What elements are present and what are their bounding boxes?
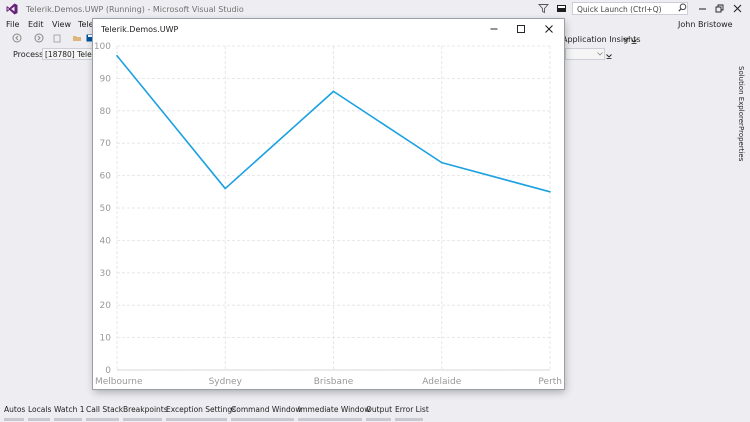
x-tick-label: Brisbane	[314, 377, 354, 387]
y-tick-label: 80	[100, 107, 112, 117]
tab-exception-settings[interactable]: Exception Settings	[166, 405, 236, 414]
quick-launch-input[interactable]: Quick Launch (Ctrl+Q)	[572, 2, 688, 15]
solution-explorer-tab[interactable]: Solution Explorer	[737, 66, 745, 126]
toolbar-overflow-icon[interactable]	[606, 53, 612, 59]
search-icon[interactable]	[678, 3, 687, 12]
user-name[interactable]: John Bristowe	[678, 20, 733, 29]
close-icon[interactable]	[732, 3, 743, 14]
y-tick-label: 100	[94, 42, 111, 52]
chevron-down-icon[interactable]	[623, 37, 629, 42]
y-tick-label: 70	[100, 139, 112, 149]
tab-underline	[123, 418, 162, 421]
toolbar-overflow-icon[interactable]	[631, 38, 637, 44]
y-tick-label: 10	[100, 334, 112, 344]
tab-autos[interactable]: Autos	[4, 405, 25, 414]
tab-underline	[28, 418, 50, 421]
tab-underline	[231, 418, 294, 421]
x-axis: Melbourne Sydney Brisbane Adelaide Perth	[95, 369, 562, 387]
y-tick-label: 30	[100, 269, 112, 279]
menu-edit[interactable]: Edit	[28, 20, 44, 29]
data-point-sydney	[224, 187, 227, 190]
minimize-icon[interactable]	[697, 3, 708, 14]
filter-icon[interactable]	[538, 3, 549, 14]
process-value: [18780] Telerik.D	[45, 50, 93, 59]
open-folder-icon[interactable]	[72, 33, 82, 43]
tab-underline	[395, 418, 423, 421]
tab-underline	[86, 418, 119, 421]
visual-studio-logo-icon	[6, 3, 18, 15]
y-axis: 0 10 20 30 40 50 60 70 80 90 100	[94, 42, 111, 376]
tab-command-window[interactable]: Command Window	[231, 405, 302, 414]
vs-titlebar: Telerik.Demos.UWP (Running) - Microsoft …	[0, 0, 750, 19]
tab-underline	[54, 418, 82, 421]
tab-underline	[298, 418, 362, 421]
restore-icon[interactable]	[714, 3, 725, 14]
data-point-adelaide	[440, 161, 443, 164]
x-tick-label: Perth	[538, 377, 562, 387]
menu-file[interactable]: File	[6, 20, 19, 29]
menu-telerik[interactable]: Tele	[78, 20, 94, 29]
chevron-down-icon[interactable]	[597, 52, 603, 56]
x-tick-label: Adelaide	[422, 377, 461, 387]
new-project-icon[interactable]	[52, 33, 62, 43]
process-combo[interactable]: [18780] Telerik.D	[42, 48, 94, 60]
forward-icon[interactable]	[34, 33, 44, 43]
chart-grid	[116, 45, 551, 371]
tab-breakpoints[interactable]: Breakpoints	[123, 405, 168, 414]
tab-watch-1[interactable]: Watch 1	[54, 405, 85, 414]
tab-error-list[interactable]: Error List	[395, 405, 429, 414]
data-point-melbourne	[116, 54, 118, 57]
tab-call-stack[interactable]: Call Stack	[86, 405, 123, 414]
y-tick-label: 50	[100, 204, 112, 214]
y-tick-label: 0	[105, 366, 111, 376]
y-tick-label: 90	[100, 74, 112, 84]
line-chart: 0 10 20 30 40 50 60 70 80 90 100 Melbourne Sydney Br…	[94, 42, 562, 387]
x-tick-label: Melbourne	[95, 377, 143, 387]
menu-view[interactable]: View	[52, 20, 71, 29]
tab-output[interactable]: Output	[366, 405, 392, 414]
tab-underline	[4, 418, 24, 421]
data-point-perth	[549, 191, 551, 193]
data-point-brisbane	[332, 90, 335, 93]
quick-launch-placeholder: Quick Launch (Ctrl+Q)	[577, 5, 662, 14]
properties-tab[interactable]: Properties	[737, 126, 745, 161]
vs-window-title: Telerik.Demos.UWP (Running) - Microsoft …	[26, 5, 244, 14]
back-icon[interactable]	[12, 33, 22, 43]
tab-underline	[166, 418, 227, 421]
y-tick-label: 60	[100, 172, 112, 182]
app-window: Telerik.Demos.UWP 0 10 20 30 40 50 60 70 80 90 100…	[93, 19, 564, 389]
y-tick-label: 40	[100, 236, 112, 246]
tab-locals[interactable]: Locals	[28, 405, 51, 414]
quick-launch-icon[interactable]	[556, 3, 567, 14]
tab-immediate-window[interactable]: Immediate Window	[298, 405, 370, 414]
tab-underline	[366, 418, 391, 421]
x-tick-label: Sydney	[209, 377, 243, 387]
y-tick-label: 20	[100, 301, 112, 311]
